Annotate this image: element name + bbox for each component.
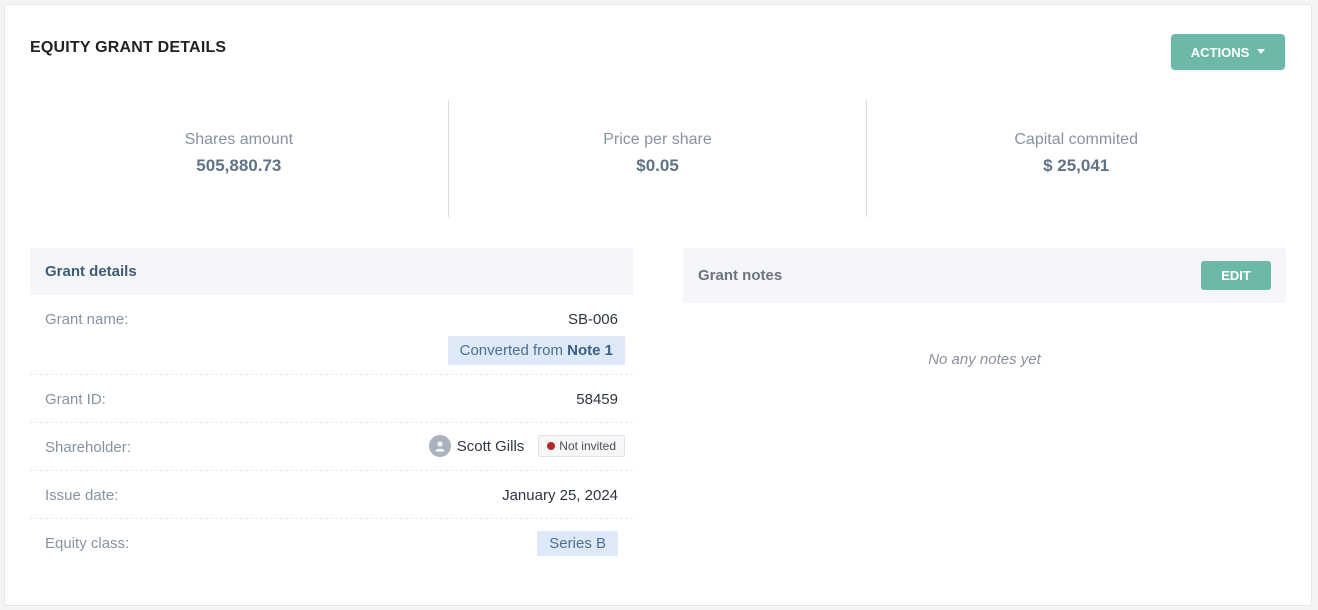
issue-date-row: Issue date: January 25, 2024 xyxy=(30,471,633,519)
shareholder-label: Shareholder: xyxy=(45,439,131,456)
equity-grant-card: EQUITY GRANT DETAILS ACTIONS Shares amou… xyxy=(4,4,1312,606)
converted-from-badge[interactable]: Converted from Note 1 xyxy=(447,336,625,365)
grant-id-value: 58459 xyxy=(576,391,618,408)
converted-note-link[interactable]: Note 1 xyxy=(567,342,613,359)
shareholder-row: Shareholder: Scott Gills Not invited xyxy=(30,423,633,471)
stat-price-per-share: Price per share $0.05 xyxy=(447,100,867,217)
issue-date-value: January 25, 2024 xyxy=(502,487,618,504)
grant-name-value-group: SB-006 Converted from Note 1 xyxy=(447,295,625,365)
edit-notes-button[interactable]: EDIT xyxy=(1201,261,1271,290)
equity-class-value-wrap: Series B xyxy=(537,519,618,556)
empty-notes-text: No any notes yet xyxy=(928,351,1041,368)
grant-id-label: Grant ID: xyxy=(45,391,106,408)
grant-details-panel: Grant details Grant name: SB-006 Convert… xyxy=(30,248,633,567)
shareholder-name[interactable]: Scott Gills xyxy=(457,438,525,455)
issue-date-label: Issue date: xyxy=(45,487,119,504)
grant-notes-title: Grant notes xyxy=(698,267,783,284)
shareholder-info[interactable]: Scott Gills Not invited xyxy=(428,423,625,457)
status-dot-icon xyxy=(547,442,556,450)
stat-label: Price per share xyxy=(603,131,712,148)
stat-value: $ 25,041 xyxy=(1043,156,1110,175)
status-text: Not invited xyxy=(559,439,616,453)
stats-summary: Shares amount 505,880.73 Price per share… xyxy=(30,100,1285,217)
stat-value: $0.05 xyxy=(636,156,679,175)
equity-class-row: Equity class: Series B xyxy=(30,519,633,567)
grant-details-title: Grant details xyxy=(30,248,633,295)
grant-notes-header: Grant notes EDIT xyxy=(683,248,1286,303)
grant-name-value: SB-006 xyxy=(567,311,618,328)
stat-label: Shares amount xyxy=(184,131,294,148)
stat-value: 505,880.73 xyxy=(196,156,282,175)
actions-label: ACTIONS xyxy=(1190,44,1250,60)
stat-label: Capital commited xyxy=(1014,131,1138,148)
grant-name-label: Grant name: xyxy=(45,311,129,328)
stat-capital-committed: Capital commited $ 25,041 xyxy=(866,100,1285,217)
user-avatar-icon xyxy=(428,435,451,457)
stat-shares-amount: Shares amount 505,880.73 xyxy=(30,100,448,217)
grant-name-row: Grant name: SB-006 Converted from Note 1 xyxy=(30,295,633,375)
equity-class-badge: Series B xyxy=(537,531,618,556)
converted-prefix: Converted from xyxy=(459,342,563,359)
status-badge: Not invited xyxy=(538,435,625,457)
equity-class-label: Equity class: xyxy=(45,535,130,552)
page-title: EQUITY GRANT DETAILS xyxy=(30,39,227,56)
actions-button[interactable]: ACTIONS xyxy=(1171,34,1285,70)
caret-down-icon xyxy=(1257,48,1266,54)
grant-id-row: Grant ID: 58459 xyxy=(30,375,633,423)
grant-notes-panel: Grant notes EDIT No any notes yet xyxy=(683,248,1286,368)
